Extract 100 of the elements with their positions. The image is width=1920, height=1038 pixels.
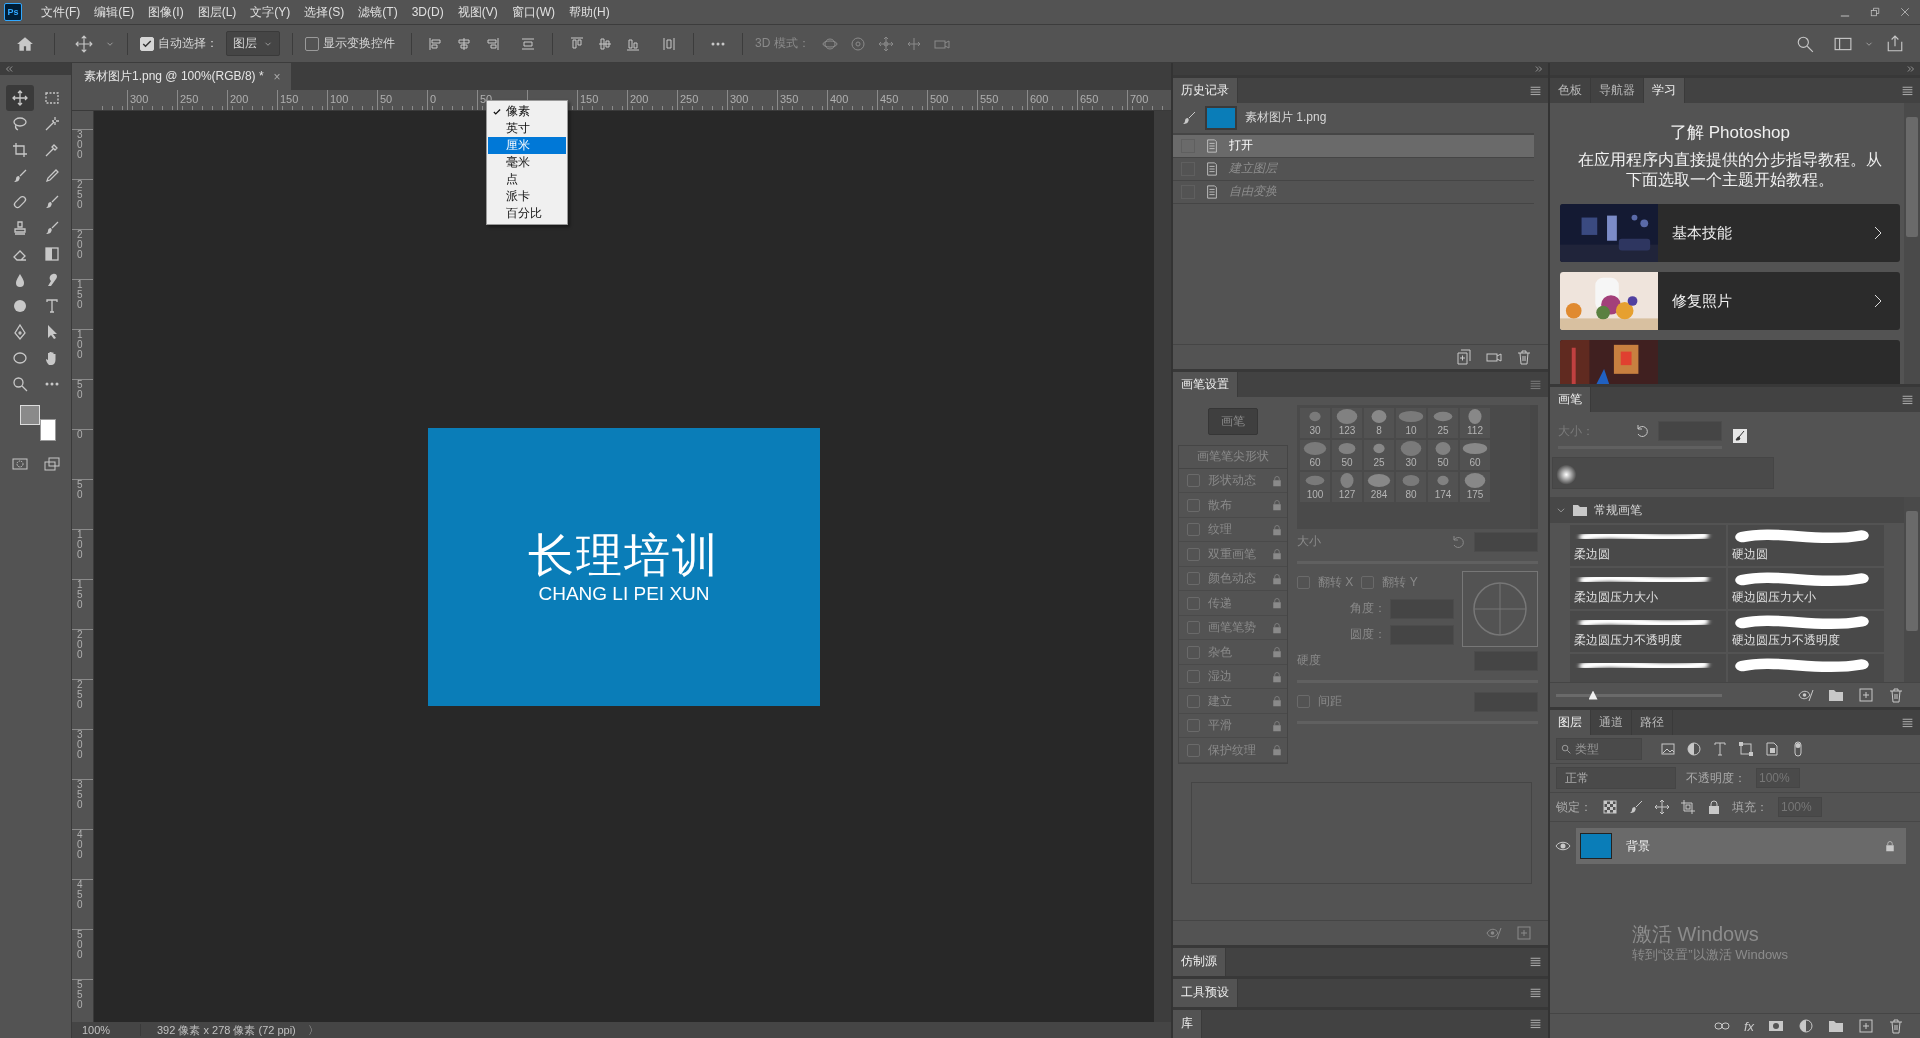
group-name[interactable]: 常规画笔: [1594, 501, 1642, 519]
brush-tip-size: 123: [1338, 424, 1356, 436]
brush-preset[interactable]: 柔边圆压力大小: [1570, 568, 1726, 609]
document-tab[interactable]: 素材图片1.png @ 100%(RGB/8) * ×: [72, 63, 291, 90]
image-title: 长理培训: [528, 527, 720, 582]
menu-item[interactable]: 图层(L): [190, 3, 244, 21]
ruler-label: 400: [77, 830, 83, 860]
brush-tip-size: 50: [1341, 456, 1353, 468]
zoom-level[interactable]: 100%: [72, 1024, 141, 1036]
brush-name: 柔边圆压力大小: [1574, 590, 1659, 605]
menu-item[interactable]: 窗口(W): [504, 3, 562, 21]
menu-item[interactable]: 百分比: [488, 205, 566, 222]
layer-name[interactable]: 背景: [1626, 837, 1650, 855]
brush-tip-size: 284: [1370, 488, 1388, 500]
history-step[interactable]: 打开: [1173, 134, 1534, 158]
ruler-label: 300: [77, 730, 83, 760]
panel-tab[interactable]: 历史记录: [1173, 77, 1238, 103]
filter-dropdown[interactable]: 类型: [1556, 738, 1642, 760]
menu-item[interactable]: 文字(Y): [243, 3, 298, 21]
brush-preset[interactable]: 柔边圆: [1570, 525, 1726, 566]
brush-preset[interactable]: 硬边圆: [1728, 525, 1884, 566]
learn-title: 了解 Photoshop: [1670, 122, 1790, 144]
ruler-label: 50: [77, 380, 83, 400]
menu-item[interactable]: 点: [488, 171, 566, 188]
ruler-label: 250: [77, 680, 83, 710]
step-label[interactable]: 打开: [1229, 137, 1253, 155]
menu-item[interactable]: 图像(I): [141, 3, 191, 21]
panel-tab[interactable]: 工具预设: [1173, 979, 1238, 1007]
blend-mode-dropdown[interactable]: 正常: [1556, 767, 1676, 789]
ruler-label: 200: [77, 630, 83, 660]
menu-item[interactable]: 毫米: [488, 154, 566, 171]
panel-tab[interactable]: 库: [1173, 1010, 1202, 1038]
ruler-label: 200: [227, 90, 277, 110]
panel-tab[interactable]: 图层: [1550, 710, 1591, 735]
ruler-label: 150: [77, 280, 83, 310]
menu-item[interactable]: 英寸: [488, 120, 566, 137]
tutorial-card[interactable]: 修复照片: [1560, 272, 1900, 330]
menu-item[interactable]: 3D(D): [404, 5, 451, 19]
panel-tab[interactable]: 仿制源: [1173, 948, 1226, 976]
brush-preset[interactable]: 硬边圆压力不透明度: [1728, 611, 1884, 652]
brush-name: 硬边圆: [1732, 547, 1769, 562]
brush-group[interactable]: 常规画笔: [1550, 497, 1904, 523]
document-info: 392 像素 x 278 像素 (72 ppi): [156, 1022, 297, 1038]
panel-tab[interactable]: 路径: [1632, 710, 1673, 735]
app-logo[interactable]: Ps: [4, 3, 22, 21]
menu-item[interactable]: 滤镜(T): [351, 3, 405, 21]
ruler-label: 450: [877, 90, 927, 110]
brush-tip-size: 174: [1434, 488, 1452, 500]
brush-tip-size: 50: [1437, 456, 1449, 468]
layer-row[interactable]: 背景: [1576, 828, 1906, 864]
ruler-label: 250: [677, 90, 727, 110]
ruler-label: 200: [627, 90, 677, 110]
ruler-label: 350: [777, 90, 827, 110]
ruler-label: 450: [77, 880, 83, 910]
panel-tab[interactable]: 色板: [1550, 78, 1591, 103]
menu-item[interactable]: 选择(S): [297, 3, 352, 21]
ruler-label: 50: [377, 90, 427, 110]
ruler-label: 250: [77, 180, 83, 210]
show-transform-label: 显示变换控件: [323, 35, 395, 52]
brush-tip-size: 10: [1405, 424, 1417, 436]
ruler-label: 300: [77, 130, 83, 160]
ruler-label: 500: [927, 90, 977, 110]
brush-name: 硬边圆压力不透明度: [1732, 633, 1841, 648]
ruler-label: 650: [1077, 90, 1127, 110]
menu-item[interactable]: 帮助(H): [562, 3, 617, 21]
tutorial-card[interactable]: 基本技能: [1560, 204, 1900, 262]
panel-tab[interactable]: 学习: [1644, 78, 1685, 103]
brush-tip-size: 25: [1437, 424, 1449, 436]
image-subtitle: CHANG LI PEI XUN: [538, 581, 710, 606]
ruler-label: 300: [727, 90, 777, 110]
ruler-label: 600: [1027, 90, 1077, 110]
brush-tip-size: 30: [1309, 424, 1321, 436]
menu-item[interactable]: 派卡: [488, 188, 566, 205]
layer-style-button[interactable]: fx: [1743, 1018, 1754, 1034]
brush-name: 硬边圆压力大小: [1732, 590, 1817, 605]
brush-tip-size: 60: [1469, 456, 1481, 468]
ruler-label: 0: [427, 90, 477, 110]
auto-select-label: 自动选择：: [158, 35, 218, 52]
brush-tip-size: 127: [1338, 488, 1356, 500]
brush-tip-size: 25: [1373, 456, 1385, 468]
menu-item[interactable]: 厘米: [488, 137, 566, 154]
target-dropdown[interactable]: 图层: [226, 31, 280, 56]
ruler-label: 150: [77, 580, 83, 610]
close-tab-icon[interactable]: ×: [273, 69, 281, 84]
activation-title: 激活 Windows: [1632, 922, 1760, 946]
ruler-label: 500: [77, 930, 83, 960]
lock-label: 锁定：: [1556, 798, 1592, 816]
opacity-label: 不透明度：: [1686, 769, 1746, 787]
brush-preset[interactable]: 硬边圆压力大小: [1728, 568, 1884, 609]
brush-tip-size: 112: [1467, 424, 1483, 436]
menu-item[interactable]: 文件(F): [34, 3, 88, 21]
snapshot-name[interactable]: 素材图片 1.png: [1245, 109, 1327, 127]
panel-tab[interactable]: 画笔: [1550, 387, 1591, 412]
ruler-label: 100: [327, 90, 377, 110]
status-menu-arrow[interactable]: 〉: [307, 1022, 319, 1038]
panel-tab[interactable]: 通道: [1591, 710, 1632, 735]
brush-preset[interactable]: 柔边圆压力不透明度: [1570, 611, 1726, 652]
ruler-label: 400: [827, 90, 877, 110]
menu-item[interactable]: 视图(V): [450, 3, 505, 21]
menu-item[interactable]: 编辑(E): [87, 3, 142, 21]
